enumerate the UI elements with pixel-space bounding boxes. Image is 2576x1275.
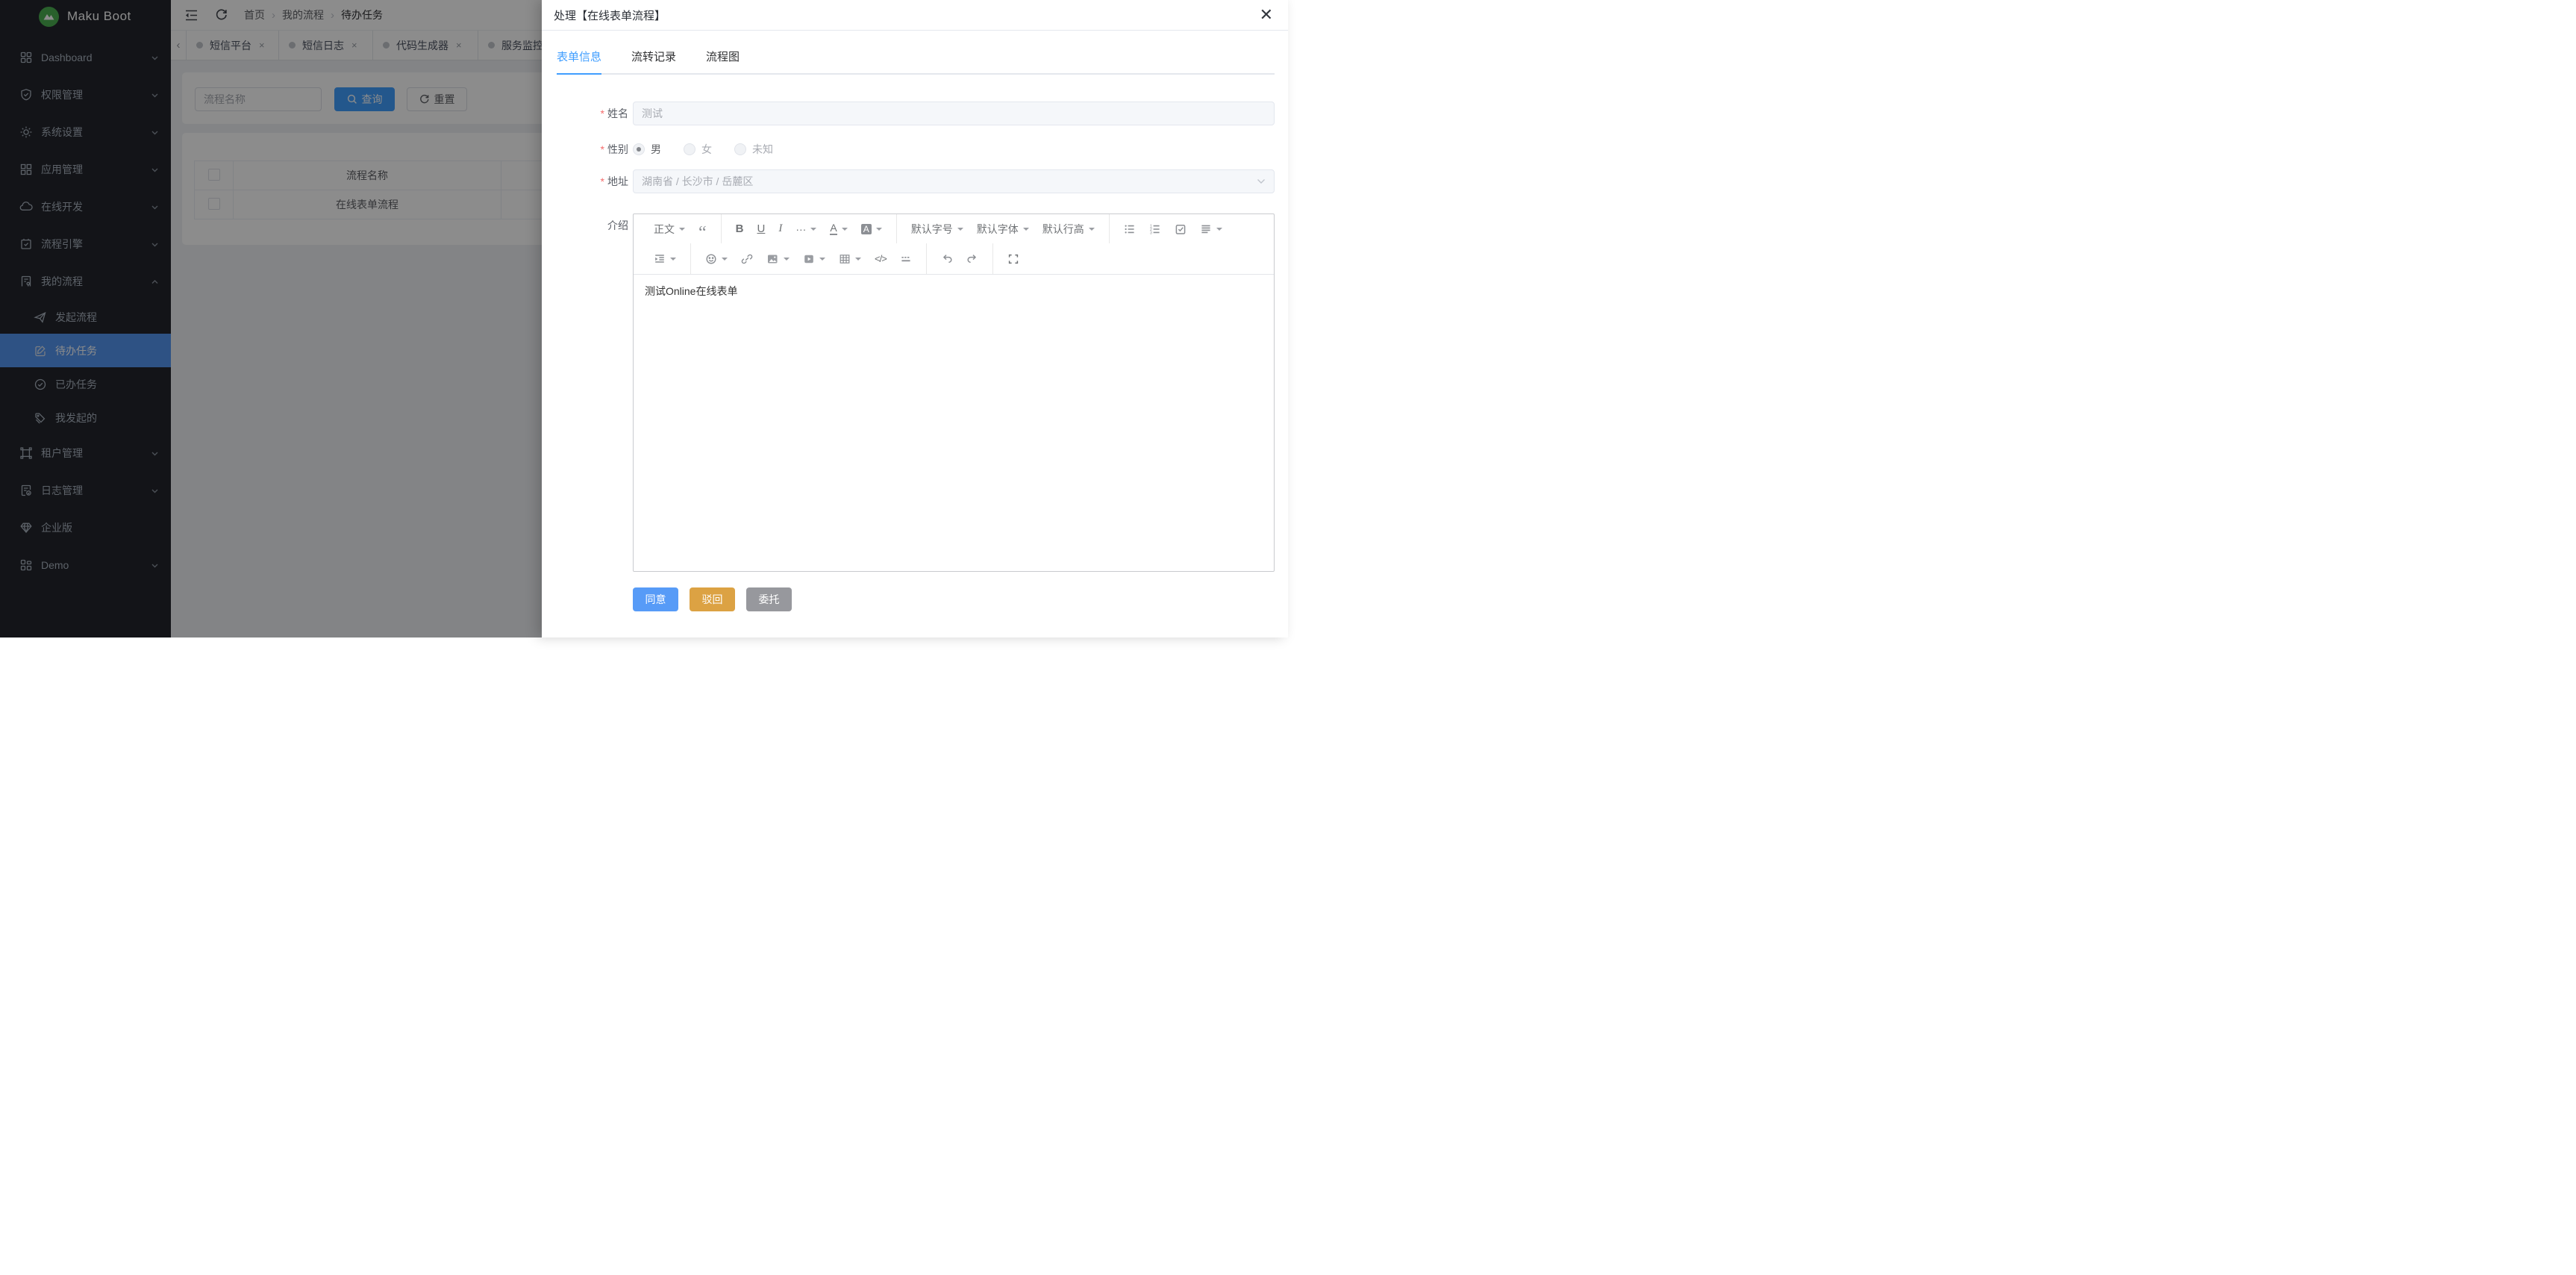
caret-down-icon — [957, 228, 963, 234]
name-label: 姓名 — [557, 102, 628, 125]
font-color-dropdown[interactable]: A — [823, 214, 854, 243]
caret-down-icon — [784, 258, 790, 264]
gender-radio-group: 男 女 未知 — [633, 137, 1275, 161]
font-family-dropdown[interactable]: 默认字体 — [970, 214, 1036, 243]
app-root: Maku Boot Dashboard 权限管理 系统设置 应用管理 — [0, 0, 1288, 638]
paragraph-style-select[interactable]: 正文 — [647, 214, 692, 243]
radio-dot-icon — [684, 143, 695, 155]
chevron-down-icon — [1257, 178, 1266, 184]
caret-down-icon — [810, 228, 816, 234]
emoji-dropdown[interactable] — [698, 243, 734, 274]
caret-down-icon — [1023, 228, 1029, 234]
italic-button[interactable]: I — [772, 214, 789, 243]
name-field: 测试 — [633, 102, 1275, 125]
task-list-icon[interactable] — [1168, 214, 1193, 243]
line-height-dropdown[interactable]: 默认行高 — [1036, 214, 1101, 243]
editor-toolbar-row2: </> — [634, 243, 1274, 275]
indent-dropdown[interactable] — [647, 243, 683, 274]
tab-flow-diagram[interactable]: 流程图 — [706, 41, 740, 73]
video-dropdown[interactable] — [796, 243, 832, 274]
rich-text-editor: 正文 “ B U I ··· A A — [633, 213, 1275, 572]
form-row-address: 地址 湖南省 / 长沙市 / 岳麓区 — [557, 169, 1275, 193]
reject-button[interactable]: 驳回 — [690, 587, 735, 611]
form-row-intro: 介绍 正文 “ B U I — [557, 213, 1275, 572]
ordered-list-icon[interactable]: 123 — [1142, 214, 1168, 243]
radio-dot-icon — [734, 143, 746, 155]
close-icon[interactable]: ✕ — [1260, 7, 1273, 23]
editor-toolbar-row1: 正文 “ B U I ··· A A — [634, 214, 1274, 243]
undo-icon[interactable] — [934, 243, 960, 274]
bullet-list-icon[interactable] — [1117, 214, 1142, 243]
underline-button[interactable]: U — [751, 214, 772, 243]
radio-male[interactable]: 男 — [633, 142, 661, 157]
tab-form-info[interactable]: 表单信息 — [557, 41, 601, 73]
fullscreen-icon[interactable] — [1001, 243, 1026, 274]
caret-down-icon — [876, 228, 882, 234]
caret-down-icon — [1089, 228, 1095, 234]
process-form: 姓名 测试 性别 男 女 未知 地址 湖南省 / 长沙市 / 岳麓区 — [557, 102, 1275, 611]
bold-button[interactable]: B — [729, 214, 751, 243]
caret-down-icon — [819, 258, 825, 264]
drawer-title: 处理【在线表单流程】 — [554, 7, 1260, 23]
drawer-body: 表单信息 流转记录 流程图 姓名 测试 性别 男 女 未知 — [542, 41, 1288, 611]
caret-down-icon — [1216, 228, 1222, 234]
delegate-button[interactable]: 委托 — [746, 587, 792, 611]
bg-color-dropdown[interactable]: A — [854, 214, 889, 243]
divider-hr-icon[interactable] — [893, 243, 919, 274]
gender-label: 性别 — [557, 137, 628, 161]
redo-icon[interactable] — [960, 243, 985, 274]
address-label: 地址 — [557, 169, 628, 193]
caret-down-icon — [855, 258, 861, 264]
form-row-name: 姓名 测试 — [557, 102, 1275, 125]
radio-female[interactable]: 女 — [684, 142, 712, 157]
more-styles-dropdown[interactable]: ··· — [789, 214, 823, 243]
drawer-actions: 同意 驳回 委托 — [633, 587, 1275, 611]
radio-unknown[interactable]: 未知 — [734, 142, 773, 157]
link-icon[interactable] — [734, 243, 760, 274]
intro-label: 介绍 — [557, 213, 628, 572]
code-block-button[interactable]: </> — [868, 243, 893, 274]
caret-down-icon — [670, 258, 676, 264]
table-dropdown[interactable] — [832, 243, 868, 274]
form-row-gender: 性别 男 女 未知 — [557, 137, 1275, 161]
svg-text:3: 3 — [1150, 231, 1152, 234]
editor-content[interactable]: 测试Online在线表单 — [634, 275, 1274, 571]
image-dropdown[interactable] — [760, 243, 796, 274]
caret-down-icon — [679, 228, 685, 234]
caret-down-icon — [842, 228, 848, 234]
address-cascader: 湖南省 / 长沙市 / 岳麓区 — [633, 169, 1275, 193]
font-size-dropdown[interactable]: 默认字号 — [904, 214, 970, 243]
justify-dropdown[interactable] — [1193, 214, 1229, 243]
drawer-header: 处理【在线表单流程】 ✕ — [542, 0, 1288, 31]
radio-dot-icon — [633, 143, 645, 155]
drawer-tabs: 表单信息 流转记录 流程图 — [557, 41, 1275, 75]
caret-down-icon — [722, 258, 728, 264]
process-drawer: 处理【在线表单流程】 ✕ 表单信息 流转记录 流程图 姓名 测试 性别 男 女 — [542, 0, 1288, 638]
tab-flow-records[interactable]: 流转记录 — [631, 41, 676, 73]
agree-button[interactable]: 同意 — [633, 587, 678, 611]
